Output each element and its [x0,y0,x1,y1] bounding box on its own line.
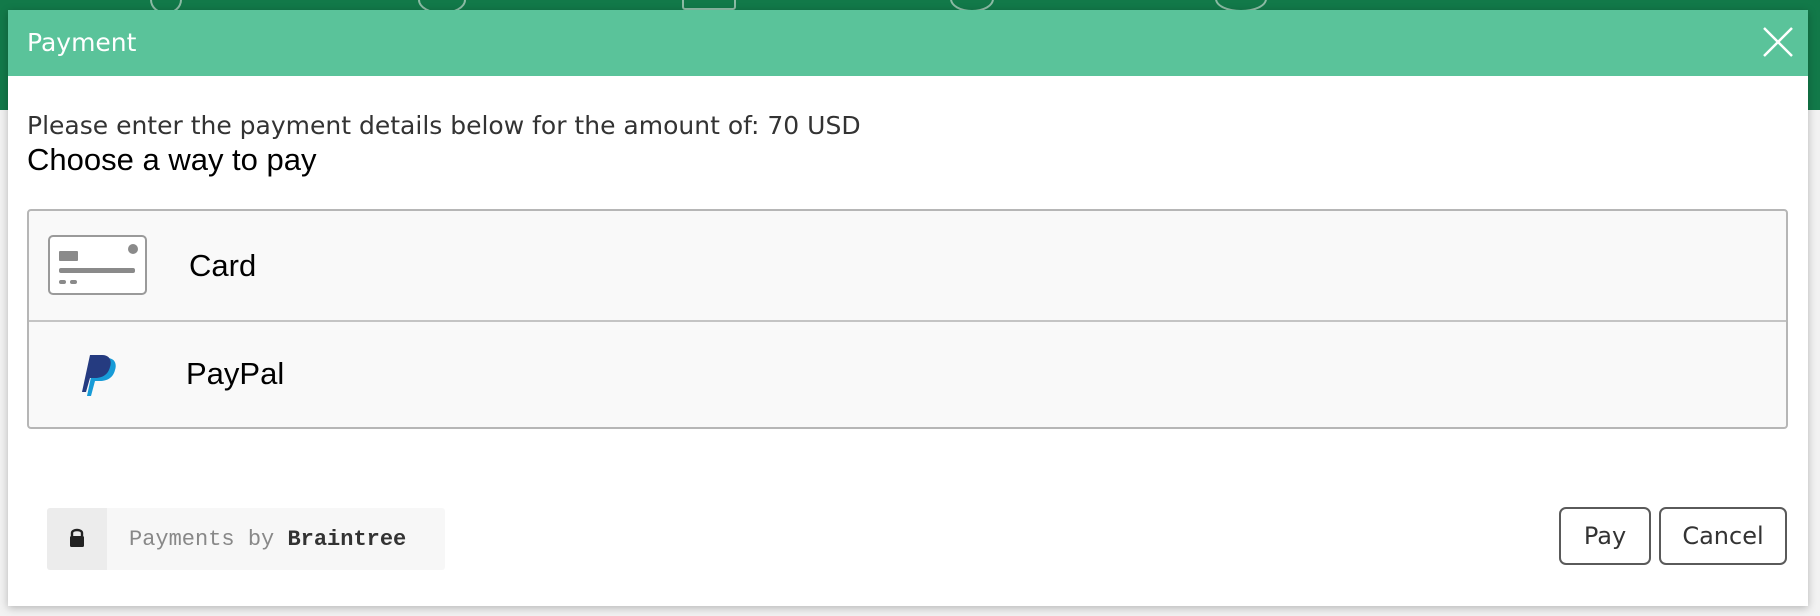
lock-container [47,508,107,570]
credit-card-icon [48,235,147,295]
cancel-button[interactable]: Cancel [1659,507,1787,565]
modal-title: Payment [27,28,137,57]
payment-option-card[interactable]: Card [29,211,1786,322]
braintree-brand: Braintree [287,527,407,552]
pay-button[interactable]: Pay [1559,507,1651,565]
braintree-badge: Payments by Braintree [47,508,445,570]
braintree-label: Payments by Braintree [129,527,406,552]
close-button[interactable] [1760,24,1796,60]
paypal-logo-icon [82,355,116,396]
payment-modal: Payment Please enter the payment details… [8,10,1808,606]
braintree-prefix: Payments by [129,527,288,552]
close-icon [1763,27,1793,57]
payment-amount-text: Please enter the payment details below f… [27,111,861,140]
modal-header: Payment [8,10,1808,76]
payment-option-card-label: Card [189,248,257,283]
lock-icon [70,528,84,547]
payment-option-paypal[interactable]: PayPal [29,322,1786,427]
payment-method-list: Card PayPal [27,209,1788,429]
payment-option-paypal-label: PayPal [186,356,285,391]
choose-payment-heading: Choose a way to pay [27,142,317,177]
